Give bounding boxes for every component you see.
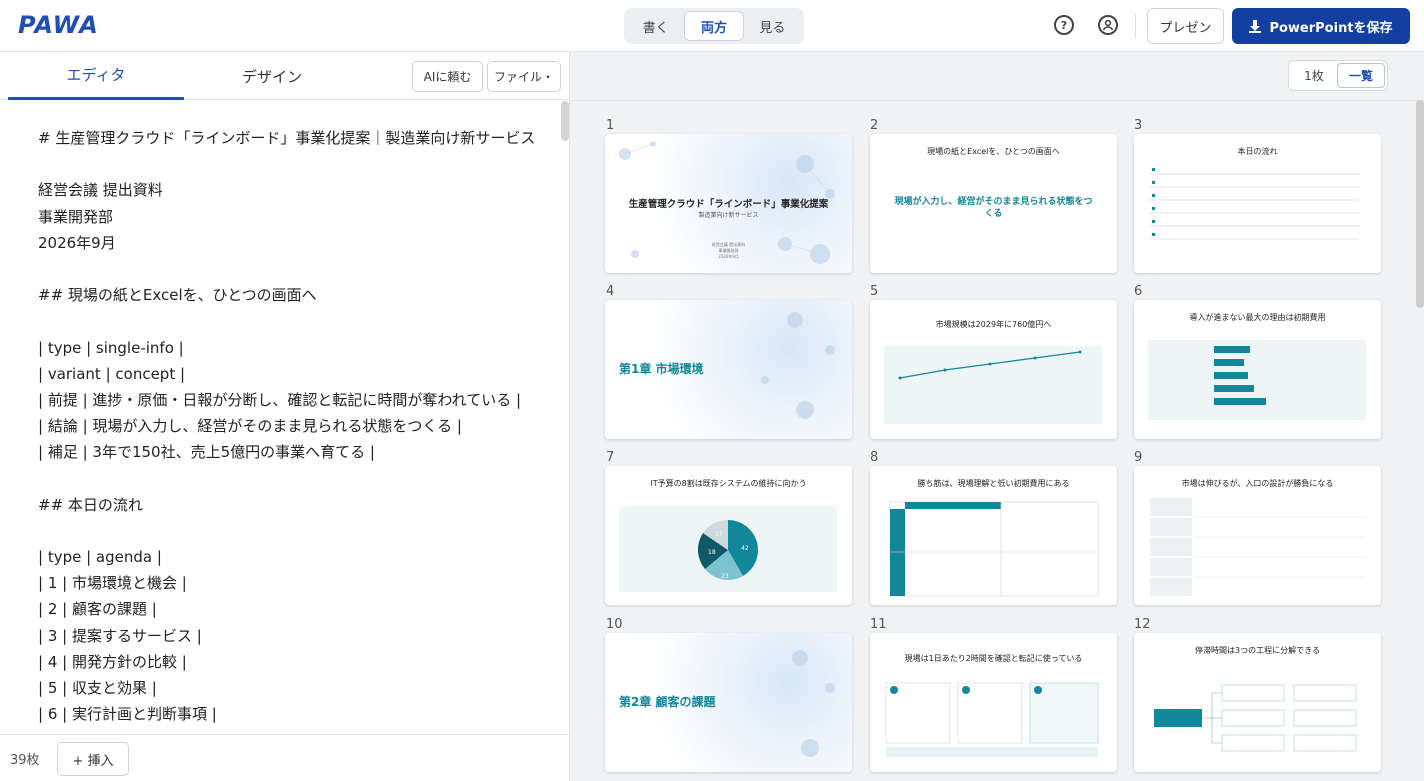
editor-panel: エディタ デザイン AIに頼む ファイル・ # 生産管理クラウド「ラインボード」… [0,52,570,781]
slide-title: 生産管理クラウド「ラインボード」事業化提案 [628,199,829,210]
pie-label: 17 [715,531,723,538]
line-chart-mini [884,346,1102,424]
bar-chart-mini [1148,340,1366,420]
markdown-editor[interactable]: # 生産管理クラウド「ラインボード」事業化提案｜製造業向け新サービス 経営会議 … [0,101,562,734]
divider [570,100,1424,101]
slide-number: 11 [870,617,887,632]
slide-number: 2 [870,118,879,133]
slide-subtitle: 製造業向け新サービス [698,212,759,219]
slide-thumb-9[interactable]: 市場は伸びるが、入口の設計が勝負になる [1134,466,1381,605]
slide-number: 12 [1134,617,1151,632]
slide-thumb-8[interactable]: 勝ち筋は、現場理解と低い初期費用にある [870,466,1117,605]
tab-editor[interactable]: エディタ [8,52,184,100]
tree-diagram-mini [1154,684,1357,752]
slide-thumb-11[interactable]: 現場は1日あたり2時間を確認と転記に使っている [870,633,1117,772]
slide-thumb-4[interactable]: 第1章 市場環境 [605,300,852,439]
save-label: PowerPointを保存 [1269,20,1393,36]
present-button[interactable]: プレゼン [1147,8,1224,44]
editor-line: | variant | concept | [38,364,186,383]
editor-line: | 2 | 顧客の課題 | [38,600,157,619]
pie-label: 18 [708,549,716,556]
editor-line: | 前提 | 進捗・原価・日報が分断し、確認と転記に時間が奪われている | [38,390,522,409]
editor-line: | 4 | 開発方針の比較 | [38,652,187,671]
mode-both-button[interactable]: 両方 [684,11,744,41]
tab-design[interactable]: デザイン [184,52,360,100]
slide-meta: 経営会議 提出資料 事業開発部 2026年9月 [711,242,746,259]
slide-number: 3 [1134,118,1143,133]
account-icon[interactable] [1098,15,1118,35]
editor-footer: 39枚 + 挿入 [0,734,569,781]
table-mini [1150,498,1366,596]
download-icon [1249,19,1262,33]
slide-number: 6 [1134,284,1143,299]
slide-headline: 現場が入力し、経営がそのまま見られる状態をつくる [894,197,1093,219]
preview-panel: 1枚 一覧 1 生産管理クラウド「ラインボード」事業化提案 製造業向け新サービス… [570,52,1424,781]
slide-number: 9 [1134,450,1143,465]
agenda-lines [1149,168,1359,240]
editor-line: | 6 | 実行計画と判断事項 | [38,705,217,724]
slide-number: 1 [606,118,615,133]
pie-label: 42 [741,545,749,552]
ask-ai-button[interactable]: AIに頼む [412,61,483,92]
preview-scrollbar[interactable] [1416,100,1424,308]
chapter-title: 第2章 顧客の課題 [619,695,716,709]
pie-chart-mini: 42 23 18 17 [619,506,837,592]
slide-number: 7 [606,450,615,465]
slide-number: 5 [870,284,879,299]
view-single-button[interactable]: 1枚 [1291,63,1337,88]
top-bar: PAWA 書く 両方 見る ? プレゼン PowerPointを保存 [0,0,1424,52]
editor-line: 2026年9月 [38,233,116,252]
slide-count: 39枚 [10,753,40,768]
editor-line: ## 本日の流れ [38,495,143,514]
slide-thumb-2[interactable]: 現場の紙とExcelを、ひとつの画面へ 現場が入力し、経営がそのまま見られる状態… [870,134,1117,273]
editor-line: | 補足 | 3年で150社、売上5億円の事業へ育てる | [38,443,375,462]
view-grid-button[interactable]: 一覧 [1337,63,1385,88]
slide-thumb-7[interactable]: IT予算の8割は既存システムの維持に向かう 42 23 18 17 [605,466,852,605]
file-menu-button[interactable]: ファイル・ [487,61,561,92]
insert-button[interactable]: + 挿入 [57,742,129,776]
mode-write-button[interactable]: 書く [627,11,684,41]
save-powerpoint-button[interactable]: PowerPointを保存 [1232,8,1410,44]
slide-thumb-6[interactable]: 導入が進まない最大の理由は初期費用 [1134,300,1381,439]
editor-line: | type | single-info | [38,338,184,357]
editor-line: ## 現場の紙とExcelを、ひとつの画面へ [38,286,317,305]
slide-thumb-1[interactable]: 生産管理クラウド「ラインボード」事業化提案 製造業向け新サービス 経営会議 提出… [605,134,852,273]
slide-number: 10 [606,617,623,632]
mode-switch: 書く 両方 見る [624,8,804,44]
editor-line: # 生産管理クラウド「ラインボード」事業化提案｜製造業向け新サービス [38,129,536,147]
editor-line: | 5 | 収支と効果 | [38,678,157,697]
swot-table-mini [889,501,1099,597]
account-glyph [1102,19,1114,31]
slide-thumb-5[interactable]: 市場規模は2029年に760億円へ [870,300,1117,439]
pie-label: 23 [721,573,729,580]
editor-tabs: エディタ デザイン AIに頼む ファイル・ [0,52,570,100]
app-logo[interactable]: PAWA [18,11,99,39]
editor-line: | 3 | 提案するサービス | [38,626,202,645]
process-cards-mini [885,682,1099,757]
editor-line: | type | agenda | [38,548,162,566]
slide-number: 4 [606,284,615,299]
slide-thumb-10[interactable]: 第2章 顧客の課題 [605,633,852,772]
slide-thumb-12[interactable]: 停滞時間は3つの工程に分解できる [1134,633,1381,772]
editor-scrollbar[interactable] [561,101,569,141]
help-icon[interactable]: ? [1054,15,1074,35]
chapter-title: 第1章 市場環境 [619,362,704,376]
slide-number: 8 [870,450,879,465]
divider [1135,14,1136,38]
view-toggle: 1枚 一覧 [1288,60,1388,91]
editor-line: 事業開発部 [38,207,114,226]
editor-line: | 結論 | 現場が入力し、経営がそのまま見られる状態をつくる | [38,417,462,436]
editor-line: | 1 | 市場環境と機会 | [38,574,187,593]
slide-title: 現場の紙とExcelを、ひとつの画面へ [927,147,1060,156]
editor-line: 経営会議 提出資料 [38,181,163,200]
mode-view-button[interactable]: 見る [744,11,801,41]
slide-thumb-3[interactable]: 本日の流れ [1134,134,1381,273]
